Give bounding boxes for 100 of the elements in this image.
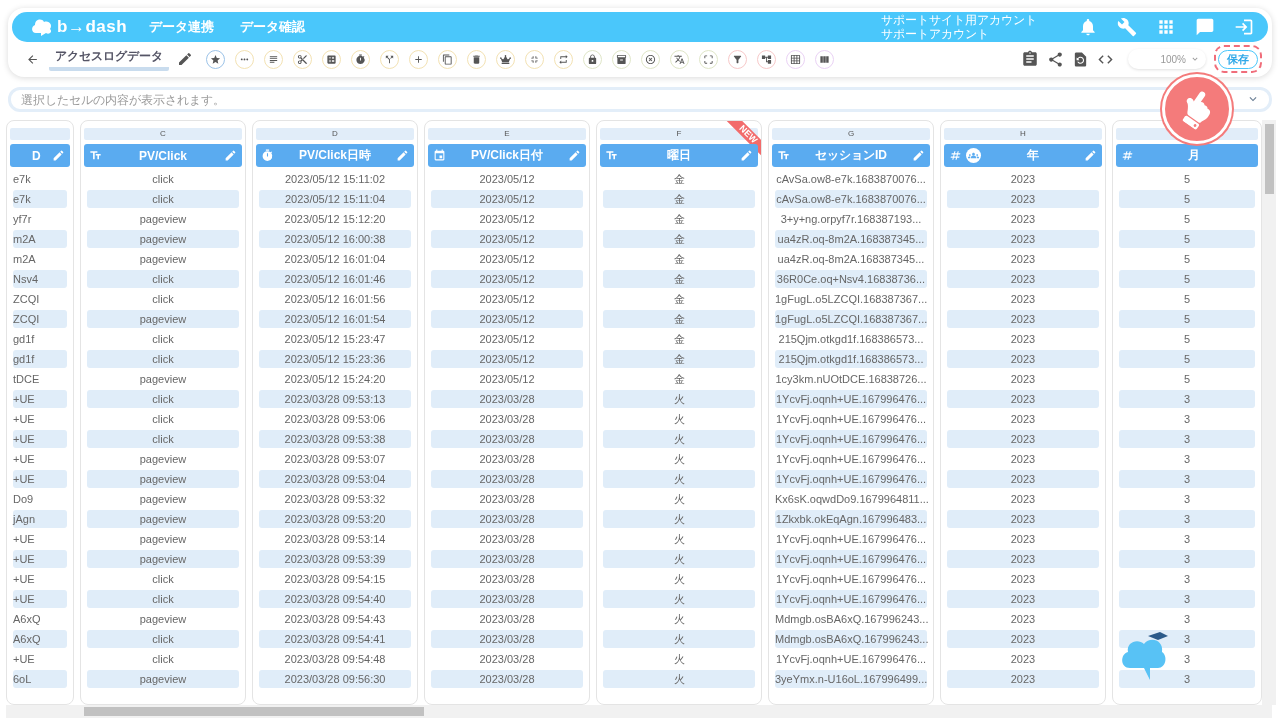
table-cell: click xyxy=(87,390,239,408)
frame-button[interactable] xyxy=(699,49,718,69)
table-cell: 2023/03/28 09:53:20 xyxy=(259,510,411,528)
translate-button[interactable] xyxy=(670,49,689,69)
table-cell: pageview xyxy=(87,230,239,248)
table-cell: 2023/05/12 xyxy=(431,310,583,328)
table-cell-text: 2023/03/28 09:54:15 xyxy=(283,572,387,587)
save-button[interactable]: 保存 xyxy=(1218,50,1258,69)
crown-button[interactable] xyxy=(496,49,515,69)
filter-button[interactable] xyxy=(728,49,747,69)
table-cell-text: gd1f xyxy=(13,332,36,347)
column-header[interactable]: PV/Click日時 xyxy=(256,144,414,167)
calculator-button[interactable] xyxy=(322,49,341,69)
column-header[interactable]: 月 xyxy=(1116,144,1258,167)
column-header[interactable]: セッションID xyxy=(772,144,930,167)
table-cell: 火 xyxy=(603,470,755,488)
lines-icon xyxy=(268,53,279,65)
repeat-button[interactable] xyxy=(554,49,573,69)
share-icon[interactable] xyxy=(1047,50,1064,68)
table-cell: 金 xyxy=(603,230,755,248)
table-cell: ZCQI xyxy=(13,310,67,328)
table-cell: 2023 xyxy=(947,590,1099,608)
table-cell-text: 5 xyxy=(1182,212,1192,227)
star-button[interactable] xyxy=(206,49,225,69)
lines-button[interactable] xyxy=(264,49,283,69)
table-cell: 1YcvFj.oqnh+UE.167996476... xyxy=(775,470,927,488)
plus-button[interactable] xyxy=(409,49,428,69)
table-cell-text: 2023/05/12 15:11:02 xyxy=(283,172,387,187)
table-cell: 5 xyxy=(1119,270,1255,288)
trash-button[interactable] xyxy=(467,49,486,69)
column-title: 曜日 xyxy=(666,147,692,164)
table-cell: 36R0Ce.oq+Nsv4.16838736... xyxy=(775,270,927,288)
table-cell-text: +UE xyxy=(13,412,36,427)
scissors-button[interactable] xyxy=(293,49,312,69)
table-cell-text: 金 xyxy=(672,292,686,307)
table-cell: 2023/05/12 15:11:04 xyxy=(259,190,411,208)
text-type-icon xyxy=(777,149,790,162)
table-cell: 3 xyxy=(1119,430,1255,448)
table-cell: 2023 xyxy=(947,270,1099,288)
table-cell: 火 xyxy=(603,670,755,688)
table-cell-text: 金 xyxy=(672,212,686,227)
column-header[interactable]: PV/Click xyxy=(84,144,242,167)
table-cell: 3 xyxy=(1119,550,1255,568)
table-cell-text: 1YcvFj.oqnh+UE.167996476... xyxy=(775,572,927,587)
table-cell: +UE xyxy=(13,590,67,608)
nav-link[interactable]: データ連携 xyxy=(149,18,215,36)
split-button[interactable] xyxy=(380,49,399,69)
tree-button[interactable] xyxy=(757,49,776,69)
sheet-title[interactable]: アクセスログデータ xyxy=(49,47,169,71)
file-refresh-icon[interactable] xyxy=(1072,50,1089,68)
vertical-scrollbar[interactable] xyxy=(1262,120,1276,705)
back-arrow-icon[interactable] xyxy=(26,52,39,66)
table-cell-text: 1YcvFj.oqnh+UE.167996476... xyxy=(775,652,927,667)
column-header[interactable]: D xyxy=(10,144,70,167)
table-cell-text: pageview xyxy=(138,612,188,627)
table-cell: 1YcvFj.oqnh+UE.167996476... xyxy=(775,550,927,568)
table-cell-text: 2023/03/28 09:54:48 xyxy=(283,652,387,667)
grid-button[interactable] xyxy=(786,49,805,69)
text-type-icon xyxy=(89,149,102,162)
nav-link[interactable]: データ確認 xyxy=(240,18,306,36)
table-cell-text: 2023/05/12 16:01:56 xyxy=(283,292,387,307)
table-cell: 2023/03/28 xyxy=(431,390,583,408)
circle-x-button[interactable] xyxy=(641,49,660,69)
table-cell: 2023/03/28 09:54:41 xyxy=(259,630,411,648)
column-header[interactable]: 年 xyxy=(944,144,1102,167)
pencil-icon[interactable] xyxy=(177,51,193,67)
table-cell: 2023/03/28 09:53:39 xyxy=(259,550,411,568)
plus-icon xyxy=(413,53,424,65)
column-title: 月 xyxy=(1186,147,1201,164)
lock-button[interactable] xyxy=(583,49,602,69)
formula-field[interactable]: 選択したセルの内容が表示されます。 xyxy=(8,87,1272,112)
column-header[interactable]: 曜日 xyxy=(600,144,758,167)
table-cell: 2023/03/28 09:53:38 xyxy=(259,430,411,448)
timer-button[interactable] xyxy=(351,49,370,69)
column-header[interactable]: PV/Click日付 xyxy=(428,144,586,167)
table-cell-text: 2023/05/12 15:23:47 xyxy=(283,332,387,347)
table-cell: 5 xyxy=(1119,230,1255,248)
table-cell-text: pageview xyxy=(138,532,188,547)
table-cell-text: 2023/05/12 xyxy=(478,292,536,307)
zoom-select[interactable]: 100% xyxy=(1128,49,1206,69)
horizontal-scrollbar[interactable] xyxy=(6,705,1272,718)
table-cell: 1YcvFj.oqnh+UE.167996476... xyxy=(775,430,927,448)
table-cell-text: +UE xyxy=(13,452,36,467)
table-cell-text: yf7r xyxy=(13,212,33,227)
filter-icon xyxy=(732,53,743,65)
box-button[interactable] xyxy=(612,49,631,69)
clipboard-icon[interactable] xyxy=(1021,50,1039,68)
columns-button[interactable] xyxy=(815,49,834,69)
table-cell: 2023 xyxy=(947,350,1099,368)
table-cell-text: 2023 xyxy=(1009,172,1037,187)
table-cell-text: 火 xyxy=(672,492,686,507)
column-title: セッションID xyxy=(814,147,888,164)
dots-button[interactable] xyxy=(235,49,254,69)
table-cell: 5 xyxy=(1119,310,1255,328)
table-cell-text: 金 xyxy=(672,252,686,267)
copy-button[interactable] xyxy=(438,49,457,69)
table-cell-text: 5 xyxy=(1182,172,1192,187)
table-cell: 2023 xyxy=(947,510,1099,528)
copy-icon xyxy=(442,53,453,65)
logo-text: b→dash xyxy=(57,17,128,37)
